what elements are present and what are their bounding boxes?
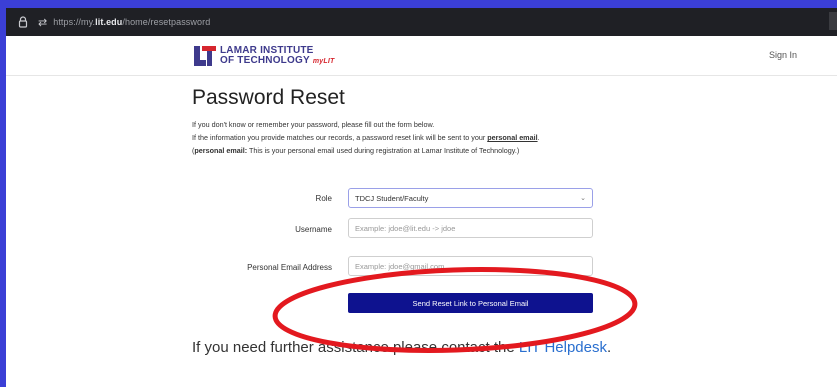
instruction-line-3: (personal email: This is your personal e…: [192, 144, 792, 157]
personal-email-emphasis: personal email: [487, 133, 538, 142]
instructions: If you don't know or remember your passw…: [192, 118, 792, 157]
browser-address-bar[interactable]: ⇄ https://my.lit.edu/home/resetpassword: [6, 8, 837, 36]
url-prefix: https://my.: [53, 17, 96, 27]
logo-mylit: myLIT: [312, 57, 335, 65]
toolbar-edge: [829, 12, 837, 30]
page-title: Password Reset: [192, 86, 345, 109]
helpdesk-link[interactable]: LIT Helpdesk: [519, 339, 607, 356]
chevron-down-icon: ⌄: [580, 195, 586, 202]
instruction-line-2-end: .: [537, 133, 540, 142]
lit-logo-mark-icon: [194, 45, 216, 67]
email-label: Personal Email Address: [247, 263, 332, 272]
help-text: If you need further assistance please co…: [192, 339, 611, 356]
instruction-line-1: If you don't know or remember your passw…: [192, 120, 435, 129]
url-domain: lit.edu: [95, 17, 123, 27]
instruction-line-2-text: If the information you provide matches o…: [192, 133, 486, 142]
reset-content: Password Reset If you don't know or reme…: [192, 86, 792, 157]
username-label: Username: [295, 225, 332, 234]
personal-email-label: personal email:: [194, 146, 248, 155]
role-select-value: TDCJ Student/Faculty: [355, 193, 429, 203]
help-text-body: If you need further assistance please co…: [192, 339, 519, 356]
instruction-line-2: If the information you provide matches o…: [192, 131, 792, 144]
lock-icon: [18, 16, 28, 28]
username-input[interactable]: Example: jdoe@lit.edu -> jdoe: [348, 218, 593, 238]
site-settings-icon[interactable]: ⇄: [38, 16, 47, 29]
role-select[interactable]: TDCJ Student/Faculty ⌄: [348, 188, 593, 208]
role-label: Role: [315, 194, 332, 203]
send-reset-link-button[interactable]: Send Reset Link to Personal Email: [348, 293, 593, 313]
help-text-end: .: [606, 339, 612, 356]
personal-email-input[interactable]: Example: jdoe@gmail.com: [348, 256, 593, 276]
instruction-line-3-text: This is your personal email used during …: [247, 146, 520, 155]
url-path: /home/resetpassword: [122, 17, 211, 27]
logo-line2: OF TECHNOLOGY: [220, 54, 310, 66]
url-text[interactable]: https://my.lit.edu/home/resetpassword: [53, 17, 210, 27]
sign-in-link[interactable]: Sign In: [769, 50, 797, 60]
lit-logo[interactable]: LAMAR INSTITUTE OF TECHNOLOGY myLIT: [194, 42, 334, 70]
site-header: LAMAR INSTITUTE OF TECHNOLOGY myLIT Sign …: [6, 36, 837, 76]
